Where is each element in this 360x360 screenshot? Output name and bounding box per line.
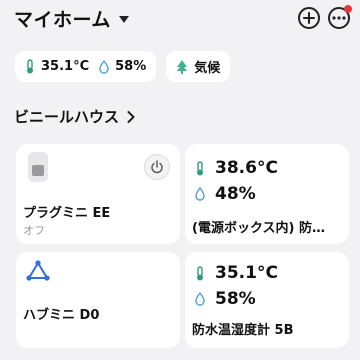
summary-chips: 35.1°C 58% 気候 — [15, 51, 231, 82]
temperature-value: 35.1°C — [215, 263, 278, 283]
climate-summary-chip[interactable]: 35.1°C 58% — [15, 51, 157, 82]
room-title: ビニールハウス — [14, 108, 120, 126]
more-button[interactable] — [328, 5, 352, 29]
header-actions — [298, 5, 352, 29]
room-section-header[interactable]: ビニールハウス — [14, 106, 135, 127]
humidity-summary: 58% — [99, 59, 146, 74]
weather-chip[interactable]: 気候 — [166, 51, 231, 82]
home-title[interactable]: マイホーム — [14, 5, 111, 32]
device-name: プラグミニ EE — [23, 206, 111, 221]
device-name: (電源ボックス内) 防… — [192, 221, 326, 236]
power-button[interactable] — [144, 154, 170, 180]
temperature-value: 38.6°C — [215, 158, 278, 178]
more-icon — [332, 16, 346, 20]
temperature-reading: 38.6°C — [195, 158, 278, 178]
chevron-right-icon — [127, 110, 135, 123]
header-bar: マイホーム — [14, 0, 352, 36]
thermometer-icon — [197, 160, 203, 175]
humidity-value: 48% — [215, 184, 256, 204]
device-status: オフ — [23, 224, 45, 237]
summary-humidity-value: 58% — [115, 59, 147, 74]
water-drop-icon — [99, 59, 109, 74]
temperature-summary: 35.1°C — [25, 59, 89, 74]
humidity-value: 58% — [215, 289, 256, 309]
power-icon — [151, 160, 163, 174]
plug-icon — [28, 152, 48, 182]
add-button[interactable] — [298, 7, 320, 29]
thermometer-icon — [27, 59, 33, 74]
humidity-reading: 48% — [195, 184, 256, 204]
device-name: ハブミニ D0 — [23, 308, 100, 323]
thermometer-icon — [197, 265, 203, 280]
device-card-plug[interactable]: プラグミニ EE オフ — [16, 144, 180, 244]
hub-icon — [26, 260, 50, 281]
temperature-reading: 35.1°C — [195, 263, 278, 283]
device-card-hub[interactable]: ハブミニ D0 — [16, 252, 180, 348]
water-drop-icon — [195, 187, 205, 201]
summary-temperature-value: 35.1°C — [41, 59, 90, 74]
weather-label: 気候 — [194, 61, 221, 76]
notification-dot — [344, 5, 352, 13]
device-card-sensor-powerbox[interactable]: 38.6°C 48% (電源ボックス内) 防… — [185, 144, 349, 244]
tree-icon — [177, 59, 188, 74]
dropdown-caret-icon[interactable] — [118, 15, 129, 23]
plus-icon — [303, 12, 315, 24]
water-drop-icon — [195, 292, 205, 306]
device-name: 防水温湿度計 5B — [192, 323, 294, 338]
humidity-reading: 58% — [195, 289, 256, 309]
device-card-sensor-waterproof[interactable]: 35.1°C 58% 防水温湿度計 5B — [185, 252, 349, 348]
